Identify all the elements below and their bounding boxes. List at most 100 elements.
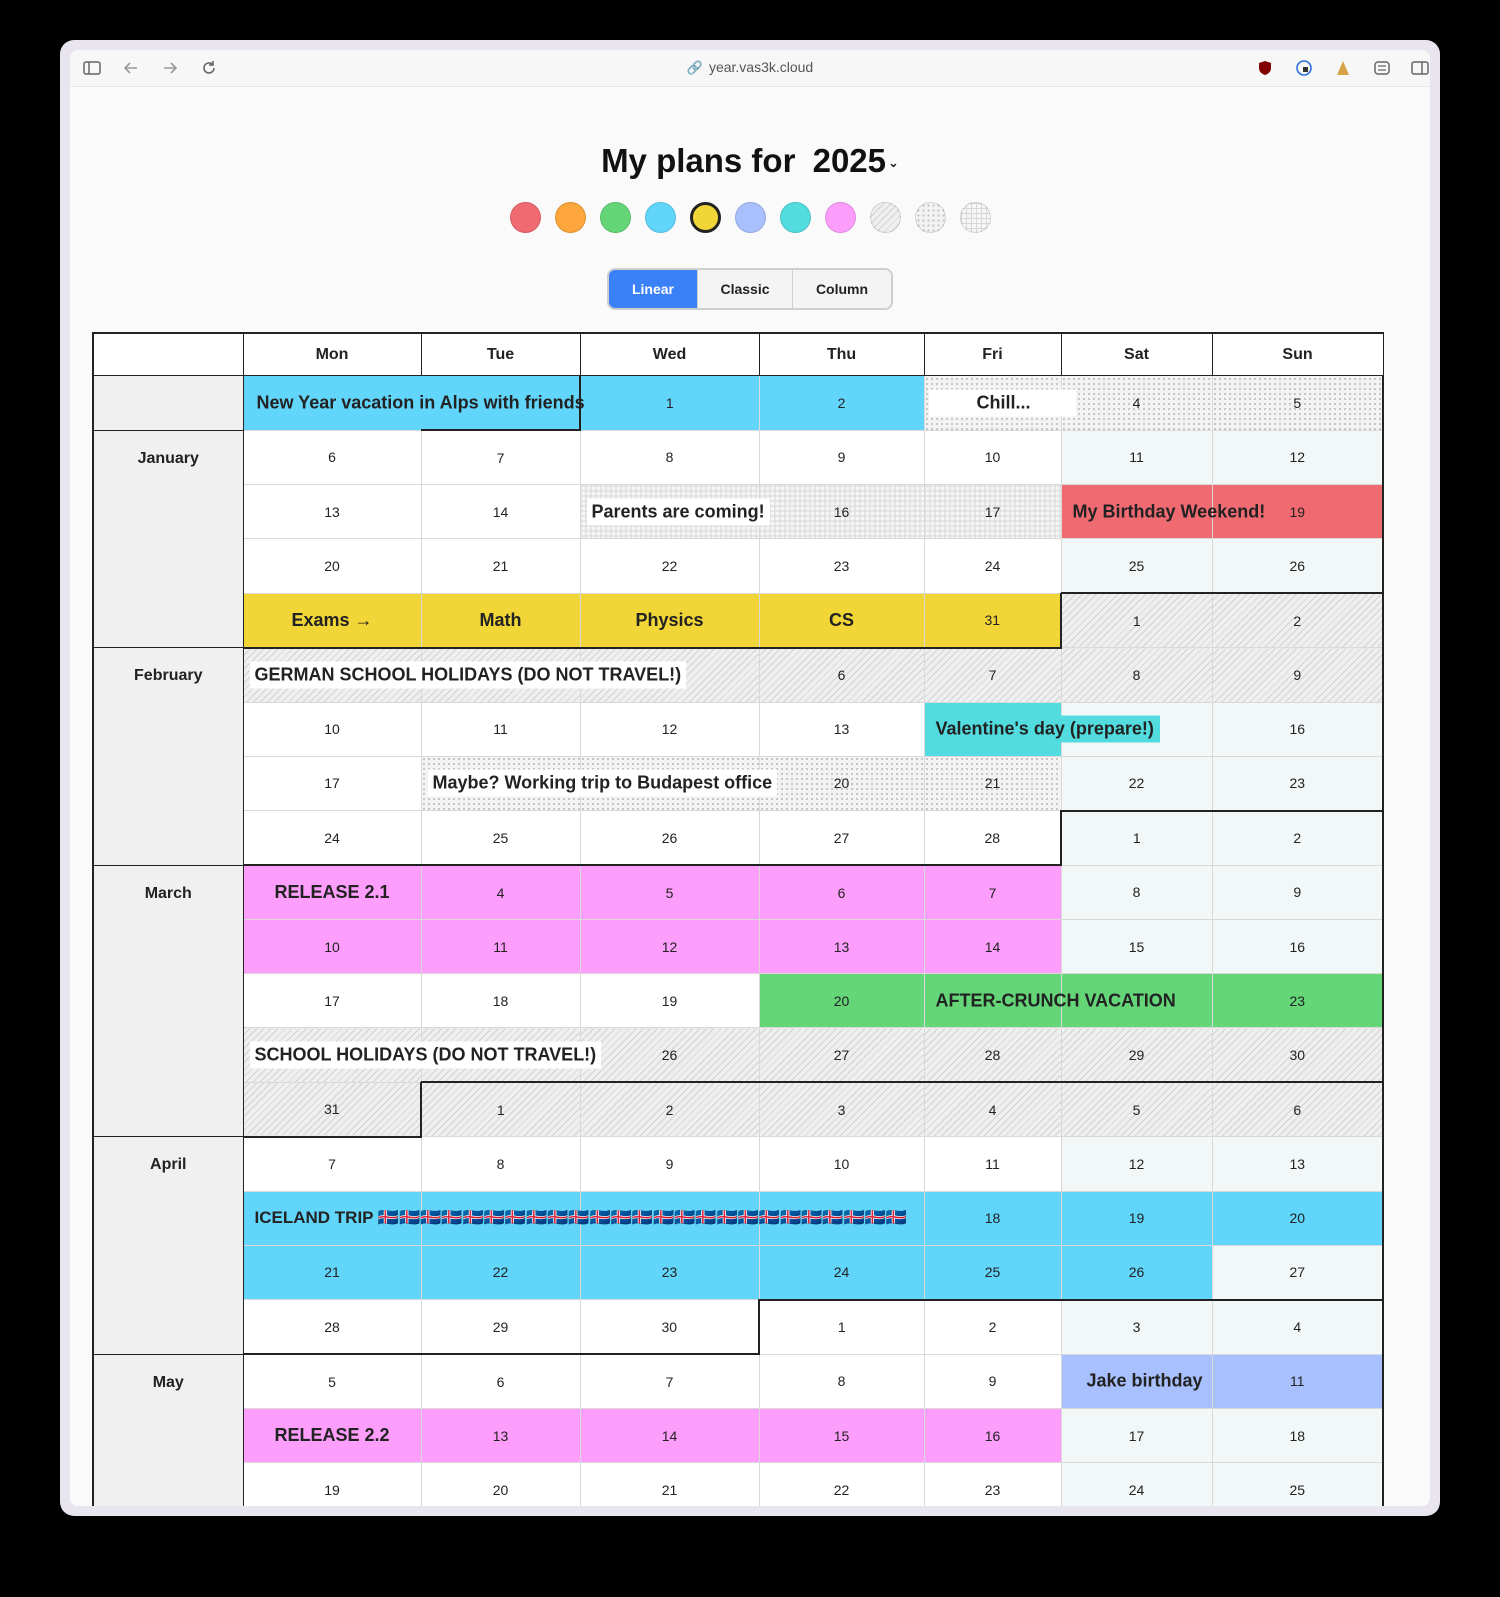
day-cell[interactable]: 26 <box>1211 538 1384 594</box>
color-swatch-pink[interactable] <box>824 202 856 233</box>
day-cell[interactable]: 22 <box>758 1462 925 1506</box>
day-cell[interactable]: 24 <box>1060 1462 1213 1506</box>
day-cell[interactable]: 28 <box>242 1299 422 1355</box>
day-cell[interactable]: 24 <box>923 538 1062 594</box>
day-cell[interactable]: 10 <box>923 429 1062 485</box>
day-cell[interactable]: 21 <box>923 755 1062 811</box>
year-selector[interactable]: 2025 ⌄ <box>813 142 899 179</box>
day-cell[interactable]: 29 <box>420 1299 581 1355</box>
day-cell[interactable]: 1 <box>420 1081 581 1137</box>
pattern-swatch-dots[interactable] <box>914 202 946 233</box>
day-cell[interactable]: 26 <box>579 810 760 866</box>
day-cell[interactable]: 10 <box>242 919 422 974</box>
ublock-icon[interactable] <box>1255 58 1275 78</box>
color-swatch-green[interactable] <box>599 202 631 233</box>
day-cell[interactable]: 4 <box>1060 375 1213 431</box>
day-cell[interactable]: 25 <box>420 810 581 866</box>
day-cell[interactable]: 30 <box>579 1299 760 1355</box>
day-cell[interactable]: Physics <box>579 592 760 649</box>
event-label[interactable]: Parents are coming! <box>586 498 770 525</box>
day-cell[interactable]: 30 <box>1211 1027 1384 1083</box>
day-cell[interactable]: 9 <box>1211 864 1384 920</box>
day-cell[interactable]: 23 <box>923 1462 1062 1506</box>
day-cell[interactable]: Chill... <box>923 375 1076 431</box>
day-cell[interactable]: 8 <box>1060 864 1213 920</box>
day-cell[interactable]: 11 <box>420 919 581 974</box>
day-cell[interactable]: 9 <box>579 1136 760 1192</box>
day-cell[interactable]: 23 <box>1211 755 1384 811</box>
day-cell[interactable]: 14 <box>579 1408 760 1463</box>
day-cell[interactable]: 19 <box>242 1462 422 1506</box>
color-swatch-periwinkle[interactable] <box>734 202 766 233</box>
view-classic-button[interactable]: Classic <box>698 270 793 308</box>
day-cell[interactable]: GERMAN SCHOOL HOLIDAYS (DO NOT TRAVEL!) <box>242 647 687 703</box>
day-cell[interactable]: 4 <box>1211 1299 1384 1355</box>
day-cell[interactable]: 5 <box>1060 1081 1213 1137</box>
day-cell[interactable]: 26 <box>579 1027 760 1083</box>
day-cell[interactable]: AFTER-CRUNCH VACATION <box>923 973 1176 1028</box>
day-cell[interactable]: 11 <box>1060 429 1213 485</box>
day-cell[interactable]: 5 <box>579 864 760 920</box>
day-cell[interactable]: 8 <box>758 1353 925 1409</box>
day-cell[interactable]: 16 <box>923 1408 1062 1463</box>
day-cell[interactable]: 21 <box>242 1244 422 1300</box>
day-cell[interactable]: 26 <box>1060 1244 1213 1301</box>
day-cell[interactable]: 20 <box>758 973 925 1028</box>
day-cell[interactable]: 8 <box>420 1136 581 1192</box>
day-cell[interactable]: 8 <box>579 429 760 485</box>
day-cell[interactable]: 22 <box>579 538 760 594</box>
day-cell[interactable]: 29 <box>1060 1027 1213 1083</box>
day-cell[interactable]: 4 <box>923 1081 1062 1137</box>
day-cell[interactable]: 9 <box>758 429 925 485</box>
day-cell[interactable]: 12 <box>1211 429 1384 485</box>
day-cell[interactable]: 2 <box>1211 592 1384 648</box>
day-cell[interactable]: Jake birthday <box>1060 1353 1213 1409</box>
day-cell[interactable]: 9 <box>1211 647 1384 703</box>
event-label[interactable]: SCHOOL HOLIDAYS (DO NOT TRAVEL!) <box>249 1041 602 1069</box>
day-cell[interactable]: 6 <box>758 864 925 920</box>
day-cell[interactable]: 23 <box>758 538 925 594</box>
day-cell[interactable]: 16 <box>1211 919 1384 974</box>
day-cell[interactable]: 12 <box>1060 1136 1213 1192</box>
day-cell[interactable]: 2 <box>1211 809 1384 866</box>
event-label[interactable]: New Year vacation in Alps with friends <box>252 389 590 416</box>
color-swatch-yellow[interactable] <box>689 202 721 233</box>
day-cell[interactable]: Math <box>420 592 581 649</box>
color-swatch-red[interactable] <box>509 202 541 233</box>
day-cell[interactable]: 31 <box>242 1081 422 1138</box>
day-cell[interactable]: 6 <box>758 647 925 703</box>
day-cell[interactable]: 1 <box>1060 592 1213 648</box>
day-cell[interactable]: 16 <box>1211 701 1384 757</box>
address-bar[interactable]: 🔗 year.vas3k.cloud <box>70 59 1430 76</box>
day-cell[interactable]: 5 <box>1211 375 1384 431</box>
day-cell[interactable]: 11 <box>1211 1353 1384 1409</box>
color-swatch-orange[interactable] <box>554 202 586 233</box>
day-cell[interactable]: 28 <box>923 1027 1062 1083</box>
day-cell[interactable]: 23 <box>579 1244 760 1300</box>
color-swatch-blue[interactable] <box>644 202 676 233</box>
day-cell[interactable]: RELEASE 2.1 <box>242 864 422 920</box>
day-cell[interactable]: SCHOOL HOLIDAYS (DO NOT TRAVEL!) <box>242 1027 602 1083</box>
day-cell[interactable]: ICELAND TRIP 🇮🇸🇮🇸🇮🇸🇮🇸🇮🇸🇮🇸🇮🇸🇮🇸🇮🇸🇮🇸🇮🇸🇮🇸🇮🇸🇮… <box>242 1190 907 1246</box>
day-cell[interactable]: 11 <box>420 701 581 757</box>
day-cell[interactable]: 7 <box>420 429 581 485</box>
day-cell[interactable]: 14 <box>420 484 581 539</box>
day-cell[interactable]: 7 <box>923 647 1062 703</box>
day-cell[interactable]: 2 <box>579 1081 760 1137</box>
day-cell[interactable]: My Birthday Weekend! <box>1060 484 1265 539</box>
day-cell[interactable]: 7 <box>242 1136 422 1192</box>
day-cell[interactable]: 15 <box>758 1408 925 1463</box>
day-cell[interactable]: 25 <box>1211 1462 1384 1506</box>
day-cell[interactable]: 19 <box>1060 1190 1213 1246</box>
day-cell[interactable]: 17 <box>1060 1408 1213 1463</box>
day-cell[interactable]: CS <box>758 592 925 649</box>
day-cell[interactable]: 8 <box>1060 647 1213 703</box>
day-cell[interactable]: 2 <box>758 375 925 431</box>
extension-icon[interactable] <box>1333 58 1353 78</box>
split-view-icon[interactable] <box>1410 58 1430 78</box>
day-cell[interactable]: 31 <box>923 592 1062 649</box>
day-cell[interactable]: 17 <box>242 755 422 811</box>
day-cell[interactable]: 4 <box>420 864 581 920</box>
day-cell[interactable]: 10 <box>758 1136 925 1192</box>
day-cell[interactable]: 12 <box>579 919 760 974</box>
